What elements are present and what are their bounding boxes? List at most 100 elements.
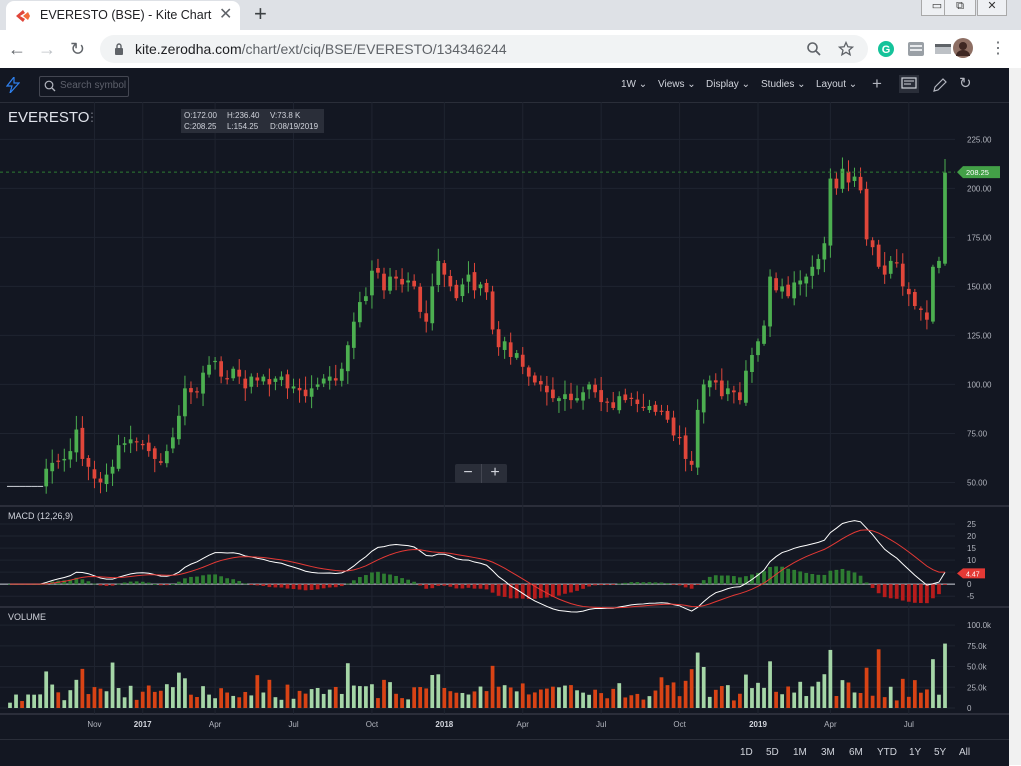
search-placeholder: Search symbol — [60, 80, 127, 91]
volume-bar — [44, 671, 49, 708]
tab-title: EVERESTO (BSE) - Kite Chart — [40, 8, 212, 22]
price-tick-label: 175.00 — [967, 233, 992, 242]
comment-icon[interactable] — [899, 75, 919, 93]
price-tick-label: 200.00 — [967, 184, 992, 193]
volume-bar — [219, 688, 223, 708]
bookmark-star-icon[interactable] — [838, 41, 854, 57]
extension-icon[interactable] — [907, 41, 925, 57]
zoom-search-icon[interactable] — [806, 41, 822, 57]
volume-bar — [786, 686, 791, 708]
range-3m[interactable]: 3M — [821, 747, 835, 758]
volume-bar — [623, 697, 628, 708]
range-5d[interactable]: 5D — [766, 747, 779, 758]
forward-arrow-icon[interactable]: → — [38, 39, 56, 59]
volume-bar — [701, 666, 706, 708]
candle-body — [919, 308, 923, 310]
volume-bar — [237, 697, 242, 708]
volume-bar — [762, 687, 766, 708]
volume-bar — [68, 690, 73, 708]
candle-body — [171, 437, 175, 449]
volume-bar — [189, 694, 193, 708]
candle-body — [689, 460, 694, 465]
ohlc-panel: O:172.00 H:236.40 V:73.8 K C:208.25 L:15… — [181, 109, 324, 133]
candle-body — [520, 354, 525, 367]
draw-pencil-icon[interactable] — [932, 78, 947, 93]
zoom-out-button[interactable]: − — [455, 464, 481, 483]
profile-avatar[interactable] — [953, 38, 973, 58]
range-6m[interactable]: 6M — [849, 747, 863, 758]
range-all[interactable]: All — [959, 747, 970, 758]
volume-bar — [912, 680, 917, 708]
candle-body — [44, 468, 49, 487]
undo-icon[interactable]: ↻ — [959, 76, 972, 92]
interval-dropdown[interactable]: 1W ⌄ — [621, 79, 647, 90]
symbol-search-input[interactable]: Search symbol — [39, 76, 129, 97]
macd-histogram-bar — [641, 582, 646, 585]
range-1m[interactable]: 1M — [793, 747, 807, 758]
display-menu[interactable]: Display ⌄ — [706, 79, 750, 90]
new-tab-button[interactable]: + — [254, 2, 267, 26]
candle-body — [750, 355, 754, 373]
macd-line — [10, 520, 946, 613]
range-1y[interactable]: 1Y — [909, 747, 921, 758]
macd-histogram-bar — [472, 584, 477, 589]
volume-bar — [496, 686, 501, 708]
volume-bar — [828, 649, 833, 708]
browser-tab[interactable]: EVERESTO (BSE) - Kite Chart ✕ — [6, 1, 240, 30]
views-menu[interactable]: Views ⌄ — [658, 79, 696, 90]
volume-bar — [116, 688, 121, 708]
macd-label: MACD (12,26,9) — [8, 511, 74, 521]
reload-icon[interactable]: ↻ — [70, 39, 85, 59]
tab-close-icon[interactable]: ✕ — [219, 6, 232, 24]
browser-tab-strip: EVERESTO (BSE) - Kite Chart ✕ + ▭ ⧉ ✕ — [0, 0, 1021, 30]
macd-histogram-bar — [273, 584, 278, 588]
range-1d[interactable]: 1D — [740, 747, 753, 758]
candle-body — [364, 296, 368, 302]
volume-bar — [315, 687, 320, 708]
candle-body — [231, 368, 236, 379]
volume-bar — [38, 694, 43, 708]
close-window-button[interactable]: ✕ — [977, 0, 1007, 16]
studies-menu[interactable]: Studies ⌄ — [761, 79, 806, 90]
volume-bar — [900, 678, 905, 708]
candlestick-chart[interactable]: 225.00 200.00 175.00 150.00 125.00 100.00 75.0… — [0, 102, 1009, 739]
candle-body — [249, 376, 254, 387]
range-ytd[interactable]: YTD — [877, 747, 897, 758]
layout-menu[interactable]: Layout ⌄ — [816, 79, 857, 90]
restore-button[interactable]: ⧉ — [944, 0, 976, 16]
volume-tick-label: 25.0k — [967, 683, 988, 692]
symbol-options-icon[interactable]: ⋮ — [86, 110, 98, 124]
macd-histogram-bar — [201, 575, 205, 585]
volume-bar — [291, 698, 296, 708]
macd-histogram-bar — [243, 583, 248, 585]
macd-histogram-bar — [695, 584, 700, 585]
candle-body — [134, 441, 139, 443]
page-scrollbar[interactable] — [1009, 68, 1021, 765]
macd-histogram-bar — [406, 579, 410, 585]
range-5y[interactable]: 5Y — [934, 747, 946, 758]
candle-body — [557, 398, 561, 402]
candle-body — [563, 394, 567, 399]
crosshair-icon[interactable]: + — [872, 75, 882, 92]
zoom-controls: − + — [455, 464, 507, 483]
last-price-label: 208.25 — [966, 168, 989, 177]
extension-cast-icon[interactable] — [934, 41, 952, 57]
grammarly-extension-icon[interactable]: G — [877, 40, 895, 58]
back-arrow-icon[interactable]: ← — [8, 39, 26, 59]
address-bar[interactable]: kite.zerodha.com/chart/ext/ciq/BSE/EVERE… — [100, 35, 868, 63]
macd-histogram-bar — [635, 582, 640, 585]
candle-body — [128, 439, 133, 444]
ohlc-close: C:208.25 — [184, 122, 217, 131]
zoom-in-button[interactable]: + — [481, 464, 508, 483]
volume-bar — [195, 697, 199, 708]
macd-histogram-bar — [689, 584, 694, 589]
macd-histogram-bar — [388, 574, 392, 585]
time-tick-label: Apr — [824, 720, 837, 729]
browser-menu-icon[interactable]: ⋮ — [990, 39, 1006, 59]
kite-logo-icon — [16, 10, 30, 22]
macd-histogram-bar — [454, 584, 459, 589]
kite-bolt-icon[interactable] — [6, 77, 20, 93]
macd-histogram-bar — [738, 577, 742, 585]
macd-histogram-bar — [104, 584, 109, 586]
volume-bar — [472, 691, 477, 708]
